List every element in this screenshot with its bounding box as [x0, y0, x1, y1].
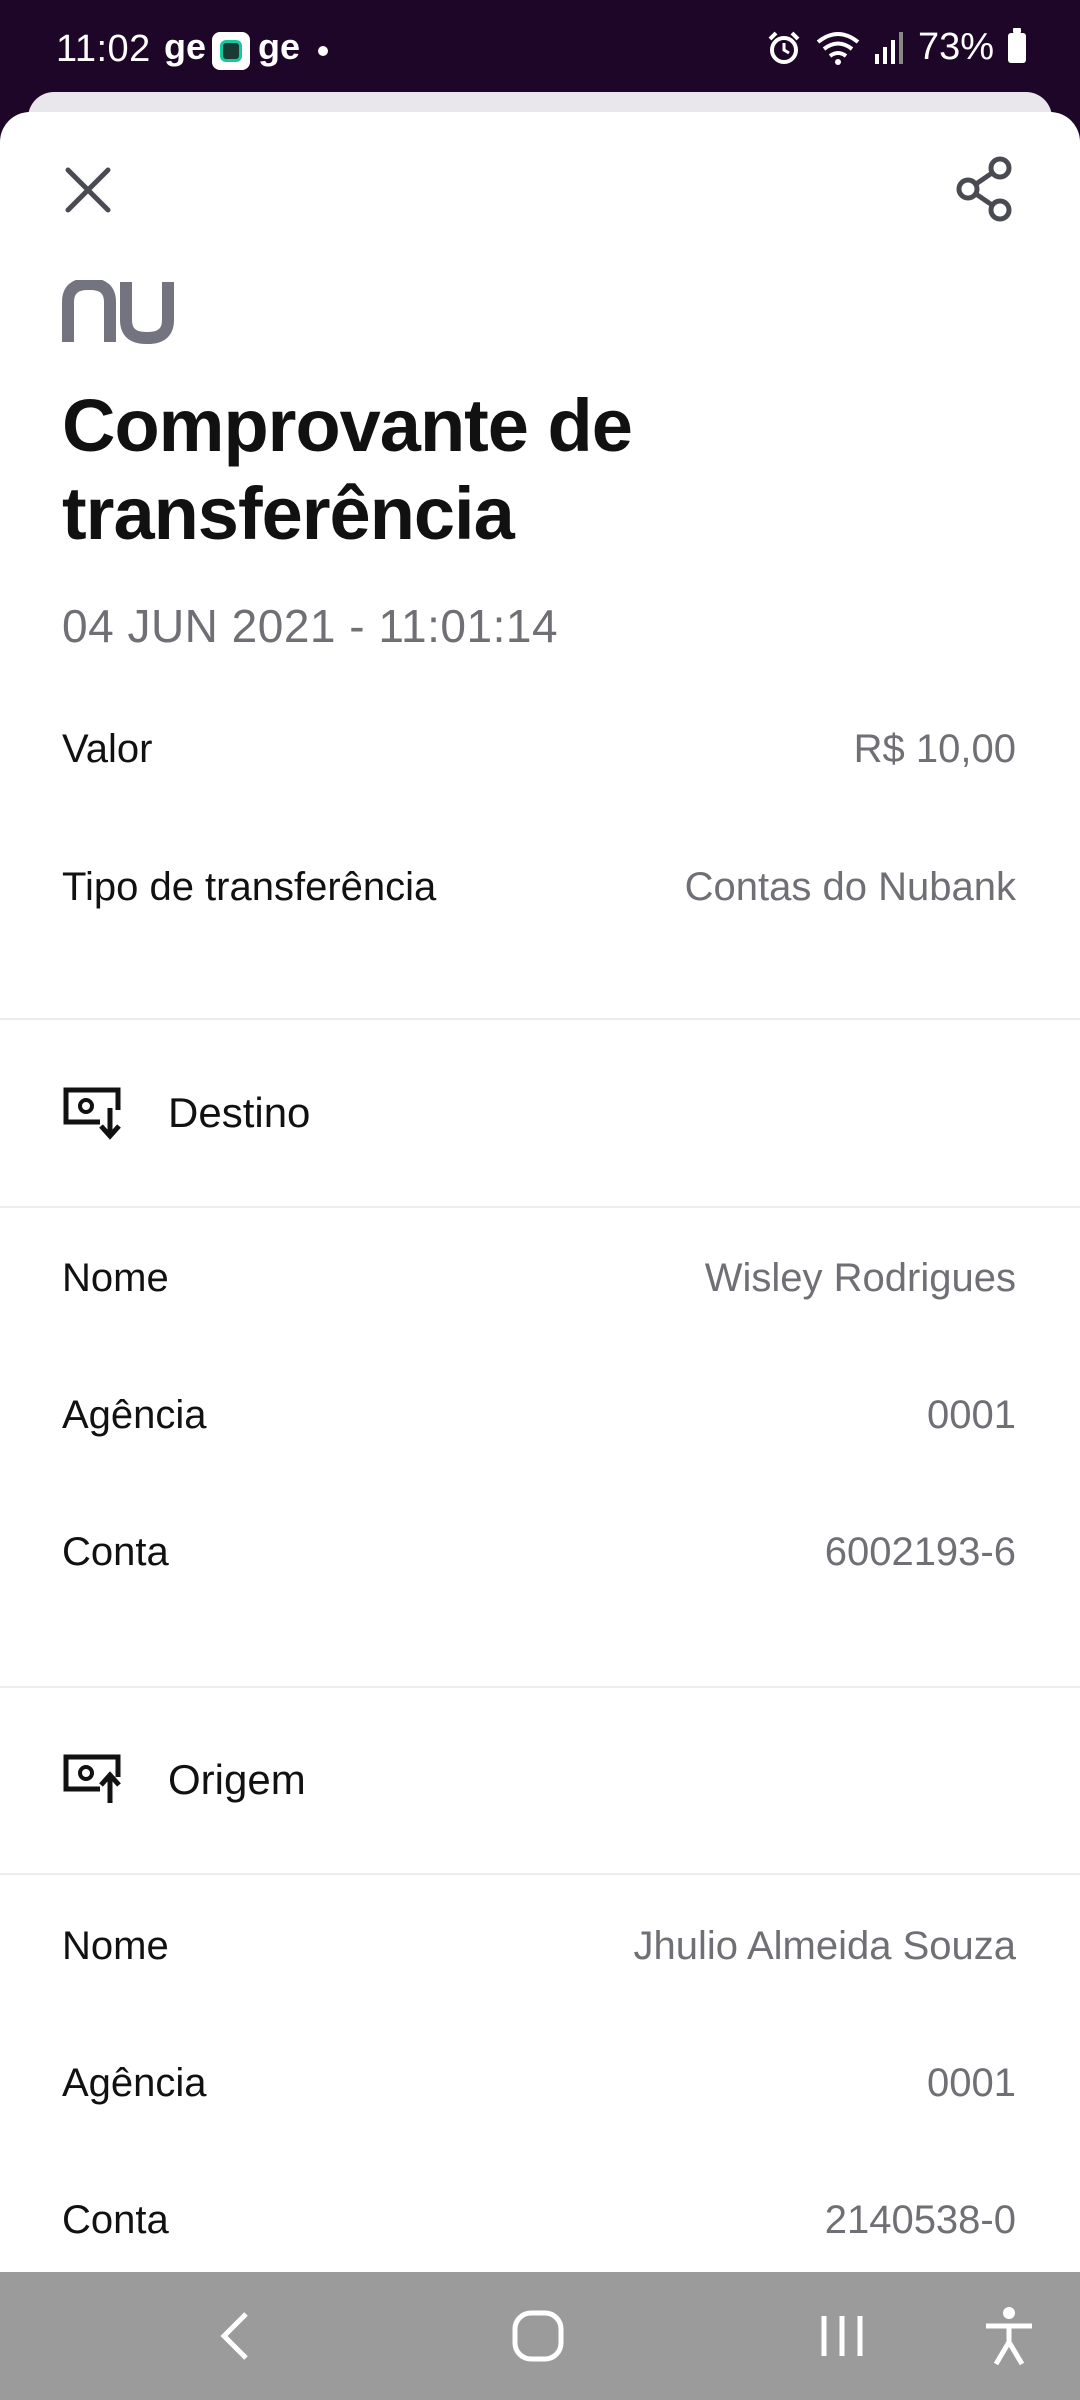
destino-row-agencia: Agência 0001 [62, 1385, 1016, 1445]
destino-row-nome: Nome Wisley Rodrigues [62, 1248, 1016, 1308]
close-icon[interactable] [56, 158, 120, 222]
battery-icon [1008, 27, 1026, 63]
status-bar: 11:02 ge ge 73% [0, 0, 1080, 105]
send-money-icon [63, 1754, 121, 1803]
receive-money-icon [63, 1087, 121, 1140]
divider [0, 1018, 1080, 1020]
divider [0, 1206, 1080, 1208]
origem-row-conta: Conta 2140538-0 [62, 2190, 1016, 2250]
alarm-icon [768, 31, 800, 64]
battery-percent: 73% [917, 26, 994, 68]
divider [0, 1873, 1080, 1875]
status-time: 11:02 [56, 28, 151, 70]
section-title: Destino [168, 1089, 311, 1136]
accessibility-icon[interactable] [982, 2304, 1036, 2368]
field-label: Tipo de transferência [62, 864, 437, 909]
app-icon [212, 32, 250, 70]
destino-row-conta: Conta 6002193-6 [62, 1522, 1016, 1582]
field-label: Agência [62, 2060, 207, 2105]
origem-row-nome: Nome Jhulio Almeida Souza [62, 1916, 1016, 1976]
field-label: Conta [62, 2197, 169, 2242]
field-value: Jhulio Almeida Souza [633, 1923, 1016, 1968]
field-value: 0001 [927, 1392, 1016, 1437]
field-label: Conta [62, 1529, 169, 1574]
field-label: Agência [62, 1392, 207, 1437]
summary-row-tipo: Tipo de transferência Contas do Nubank [62, 857, 1016, 917]
origem-row-agencia: Agência 0001 [62, 2053, 1016, 2113]
wifi-icon [816, 31, 860, 65]
notification-dot-icon [318, 46, 328, 56]
recents-icon[interactable] [818, 2304, 866, 2368]
field-value: 0001 [927, 2060, 1016, 2105]
field-label: Nome [62, 1255, 169, 1300]
field-value: 6002193-6 [824, 1529, 1016, 1574]
signal-icon [874, 31, 903, 64]
field-label: Valor [62, 726, 153, 771]
back-icon[interactable] [214, 2304, 254, 2368]
field-value: Contas do Nubank [684, 864, 1016, 909]
home-icon[interactable] [510, 2304, 566, 2368]
section-origem: Origem [62, 1740, 306, 1820]
section-destino: Destino [62, 1073, 310, 1153]
system-nav-bar [0, 2272, 1080, 2400]
transfer-timestamp: 04 JUN 2021 - 11:01:14 [62, 600, 559, 652]
summary-row-valor: Valor R$ 10,00 [62, 719, 1016, 779]
status-app-label: ge [164, 26, 207, 67]
section-title: Origem [168, 1756, 306, 1803]
field-value: 2140538-0 [824, 2197, 1016, 2242]
divider [0, 1686, 1080, 1688]
status-app-label: ge [258, 26, 301, 67]
field-value: Wisley Rodrigues [704, 1255, 1016, 1300]
field-label: Nome [62, 1923, 169, 1968]
field-value: R$ 10,00 [853, 726, 1016, 771]
receipt-sheet: Comprovante de transferência 04 JUN 2021… [0, 112, 1080, 2272]
share-icon[interactable] [950, 154, 1020, 224]
nubank-logo [62, 280, 174, 344]
page-title: Comprovante de transferência [62, 384, 633, 555]
status-right-group: 73% [766, 26, 1026, 69]
